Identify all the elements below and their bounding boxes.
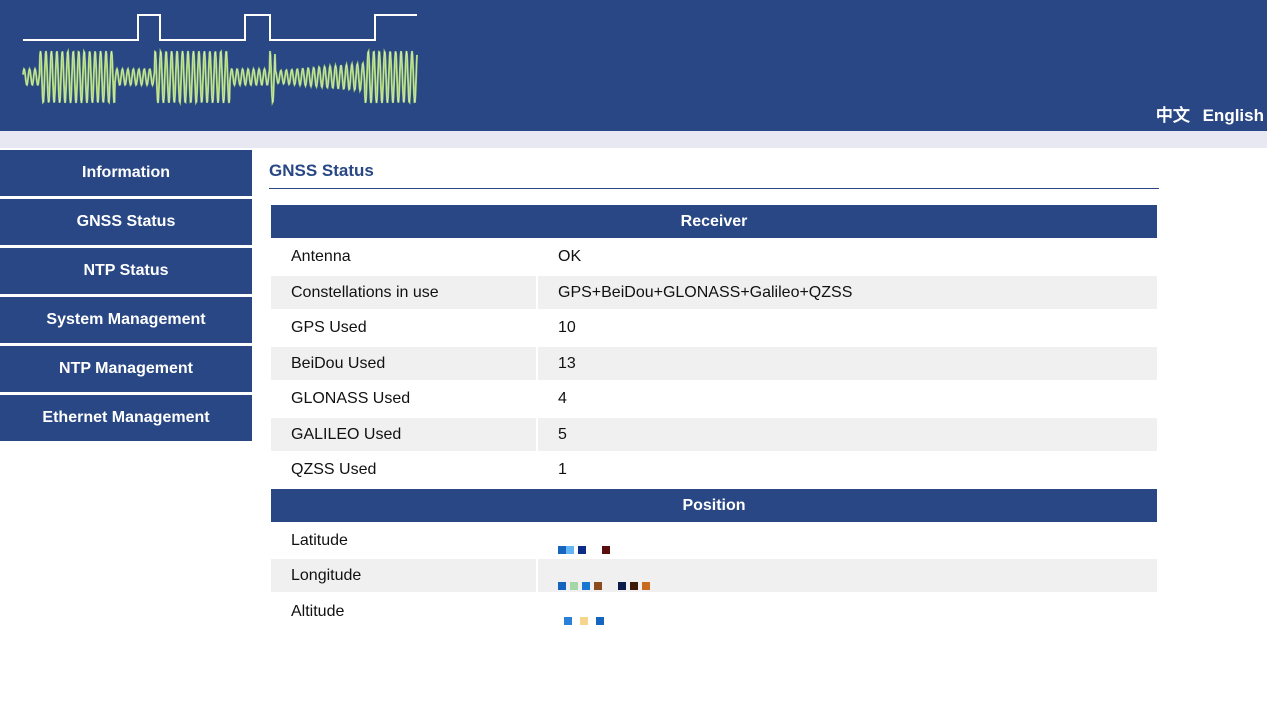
main-content: GNSS Status Receiver Antenna OK Constell… <box>269 150 1159 626</box>
altitude-value-redacted <box>538 595 1157 628</box>
row-label: QZSS Used <box>291 461 377 478</box>
longitude-value-redacted <box>538 559 1157 592</box>
row-label: Constellations in use <box>271 275 536 309</box>
latitude-value-redacted <box>538 524 1157 557</box>
redacted-value <box>564 604 608 626</box>
nav-item-ntp-status[interactable]: NTP Status <box>0 248 252 294</box>
nav-item-information[interactable]: Information <box>0 150 252 196</box>
header: 中文 English <box>0 0 1267 131</box>
nav-item-ntp-management[interactable]: NTP Management <box>0 346 252 392</box>
table-row: BeiDou Used 13 <box>271 346 1157 380</box>
row-label: GALILEO Used <box>271 417 536 451</box>
table-row: Antenna OK <box>271 240 1157 273</box>
table-row: GLONASS Used 4 <box>271 382 1157 415</box>
table-row: Latitude <box>271 524 1157 557</box>
page-title: GNSS Status <box>269 150 1159 189</box>
table-row: Longitude <box>271 559 1157 592</box>
table-row: GPS Used 10 <box>271 311 1157 344</box>
language-switcher: 中文 English <box>1148 101 1264 126</box>
row-label: Altitude <box>291 602 345 620</box>
row-value: 1 <box>558 461 567 478</box>
redacted-value <box>558 533 614 555</box>
row-label: GLONASS Used <box>291 390 411 407</box>
header-divider <box>0 131 1267 148</box>
row-value: OK <box>558 248 582 265</box>
row-value: 4 <box>558 390 567 407</box>
lang-en-link[interactable]: English <box>1203 106 1264 125</box>
row-value: 10 <box>558 319 576 336</box>
table-row: GALILEO Used 5 <box>271 417 1157 451</box>
status-table: Receiver Antenna OK Constellations in us… <box>271 205 1157 630</box>
sidebar-nav: Information GNSS Status NTP Status Syste… <box>0 150 252 444</box>
nav-item-system-management[interactable]: System Management <box>0 297 252 343</box>
lang-zh-link[interactable]: 中文 <box>1156 106 1190 125</box>
position-section-header: Position <box>271 488 1157 522</box>
row-label: Longitude <box>271 559 536 592</box>
row-value: 5 <box>538 417 1157 451</box>
row-label: Latitude <box>291 531 348 549</box>
logo <box>22 14 418 107</box>
table-row: QZSS Used 1 <box>271 453 1157 486</box>
row-value: 13 <box>538 346 1157 380</box>
row-label: GPS Used <box>291 319 367 336</box>
receiver-section-header: Receiver <box>271 205 1157 238</box>
row-label: Antenna <box>291 248 351 265</box>
table-row: Constellations in use GPS+BeiDou+GLONASS… <box>271 275 1157 309</box>
table-row: Altitude <box>271 595 1157 628</box>
row-label: BeiDou Used <box>271 346 536 380</box>
redacted-value <box>558 569 654 590</box>
nav-item-ethernet-management[interactable]: Ethernet Management <box>0 395 252 441</box>
nav-item-gnss-status[interactable]: GNSS Status <box>0 199 252 245</box>
row-value: GPS+BeiDou+GLONASS+Galileo+QZSS <box>538 275 1157 309</box>
